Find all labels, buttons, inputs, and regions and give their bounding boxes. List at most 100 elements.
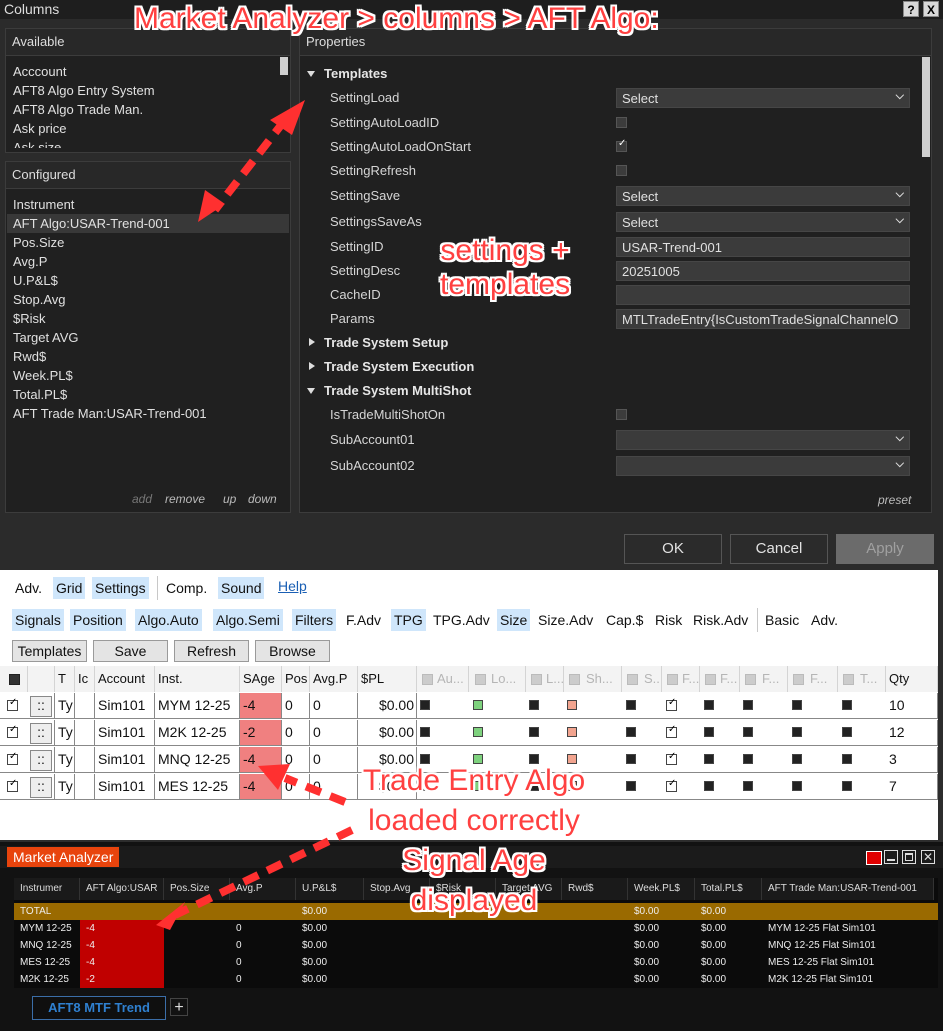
minimize-icon[interactable]	[884, 850, 898, 864]
configured-item[interactable]: Avg.P	[13, 254, 47, 269]
drag-handle[interactable]: ::	[28, 693, 55, 718]
up-link[interactable]: up	[223, 492, 236, 506]
subaccount02-select[interactable]: ⌵	[616, 456, 910, 476]
add-tab-button[interactable]: +	[170, 998, 188, 1016]
setting-auto-load-on-start-checkbox[interactable]	[616, 138, 627, 152]
status-indicator[interactable]	[743, 727, 753, 737]
trade-system-execution-category[interactable]: Trade System Execution	[324, 359, 474, 374]
help-link[interactable]: Help	[275, 575, 310, 597]
configured-item[interactable]: AFT Trade Man:USAR-Trend-001	[13, 406, 207, 421]
close-button[interactable]: X	[923, 1, 939, 17]
link-color-icon[interactable]	[866, 851, 882, 865]
status-indicator[interactable]	[666, 751, 677, 765]
setting-load-select[interactable]: Select ⌵	[616, 88, 910, 108]
drag-handle[interactable]: ::	[28, 720, 55, 745]
tab-comp[interactable]: Comp.	[163, 577, 210, 599]
tab-risk[interactable]: Risk	[652, 609, 685, 631]
templates-button[interactable]: Templates	[12, 640, 87, 662]
tab-size[interactable]: Size	[497, 609, 531, 631]
status-indicator[interactable]	[529, 700, 539, 710]
status-indicator[interactable]	[704, 727, 714, 737]
drag-handle[interactable]: ::	[28, 747, 55, 772]
collapsed-icon[interactable]	[309, 338, 315, 346]
status-indicator[interactable]	[626, 781, 636, 791]
configured-item-selected[interactable]: AFT Algo:USAR-Trend-001	[13, 216, 170, 231]
column-checkbox[interactable]	[569, 674, 580, 685]
status-indicator[interactable]	[666, 697, 677, 711]
status-indicator[interactable]	[792, 727, 802, 737]
tab-tpg[interactable]: TPG	[391, 609, 426, 631]
save-button[interactable]: Save	[93, 640, 168, 662]
ma-header[interactable]: Week.PL$	[628, 878, 695, 900]
configured-item[interactable]: Pos.Size	[13, 235, 64, 250]
status-indicator[interactable]	[842, 781, 852, 791]
tab-basic[interactable]: Basic	[762, 609, 802, 631]
status-indicator[interactable]	[567, 727, 577, 737]
status-indicator[interactable]	[626, 700, 636, 710]
collapsed-icon[interactable]	[309, 362, 315, 370]
header-avgp[interactable]: Avg.P	[310, 666, 358, 692]
status-indicator[interactable]	[743, 781, 753, 791]
status-indicator[interactable]	[473, 700, 483, 710]
configured-item[interactable]: Week.PL$	[13, 368, 73, 383]
status-indicator[interactable]	[420, 700, 430, 710]
ma-header[interactable]: Instrumer	[14, 878, 80, 900]
preset-link[interactable]: preset	[878, 493, 911, 507]
cache-id-field[interactable]	[616, 285, 910, 305]
header-pos[interactable]: Pos	[282, 666, 310, 692]
status-indicator[interactable]	[420, 727, 430, 737]
available-scrollbar[interactable]	[280, 57, 288, 75]
row-checkbox[interactable]	[7, 778, 18, 792]
is-trade-multishot-on-checkbox[interactable]	[616, 409, 627, 420]
status-indicator[interactable]	[704, 700, 714, 710]
tab-risk-adv[interactable]: Risk.Adv	[690, 609, 751, 631]
status-indicator[interactable]	[529, 727, 539, 737]
status-indicator[interactable]	[626, 754, 636, 764]
column-checkbox[interactable]	[705, 674, 716, 685]
status-indicator[interactable]	[792, 754, 802, 764]
configured-item[interactable]: Instrument	[13, 197, 74, 212]
close-icon[interactable]: ✕	[921, 850, 935, 864]
ma-title-tab[interactable]: Market Analyzer	[7, 847, 120, 867]
tab-tpg-adv[interactable]: TPG.Adv	[430, 609, 493, 631]
configured-item[interactable]: Rwd$	[13, 349, 46, 364]
maximize-icon[interactable]	[902, 850, 916, 864]
cancel-button[interactable]: Cancel	[730, 534, 828, 564]
ma-row[interactable]: -4 MYM 12-25 0 $0.00 $0.00 $0.00 MYM 12-25 Fla…	[14, 920, 938, 937]
ma-row[interactable]: -4 MNQ 12-25 0 $0.00 $0.00 $0.00 MNQ 12-25 Fla…	[14, 937, 938, 954]
settings-save-as-select[interactable]: Select ⌵	[616, 212, 910, 232]
header-ic[interactable]: Ic	[75, 666, 95, 692]
tab-cap[interactable]: Cap.$	[603, 609, 646, 631]
ma-header[interactable]: Avg.P	[230, 878, 296, 900]
row-checkbox[interactable]	[7, 724, 18, 738]
tab-aft8-mtf-trend[interactable]: AFT8 MTF Trend	[32, 996, 166, 1020]
ma-header[interactable]: AFT Algo:USAR	[80, 878, 164, 900]
setting-auto-load-id-checkbox[interactable]	[616, 117, 627, 128]
setting-id-field[interactable]: USAR-Trend-001	[616, 237, 910, 257]
column-checkbox[interactable]	[843, 674, 854, 685]
status-indicator[interactable]	[842, 754, 852, 764]
tab-algo-semi[interactable]: Algo.Semi	[213, 609, 283, 631]
tab-filters[interactable]: Filters	[292, 609, 337, 631]
setting-refresh-checkbox[interactable]	[616, 165, 627, 176]
tab-algo-auto[interactable]: Algo.Auto	[135, 609, 202, 631]
row-checkbox[interactable]	[7, 751, 18, 765]
header-select-all[interactable]	[0, 666, 28, 692]
ma-row[interactable]: -2 M2K 12-25 0 $0.00 $0.00 $0.00 M2K 12-25 Fla…	[14, 971, 938, 988]
trade-system-multishot-category[interactable]: Trade System MultiShot	[324, 383, 471, 398]
header-sage[interactable]: SAge	[240, 666, 282, 692]
help-button[interactable]: ?	[903, 1, 919, 17]
params-field[interactable]: MTLTradeEntry{IsCustomTradeSignalChannel…	[616, 309, 910, 329]
ma-header[interactable]: Total.PL$	[695, 878, 762, 900]
setting-desc-field[interactable]: 20251005	[616, 261, 910, 281]
status-indicator[interactable]	[473, 727, 483, 737]
available-item[interactable]: Acccount	[13, 64, 66, 79]
tab-adv-2[interactable]: Adv.	[808, 609, 841, 631]
header-t[interactable]: T	[55, 666, 75, 692]
expand-icon[interactable]	[307, 388, 315, 394]
tab-size-adv[interactable]: Size.Adv	[535, 609, 596, 631]
status-indicator[interactable]	[704, 781, 714, 791]
column-checkbox[interactable]	[422, 674, 433, 685]
status-indicator[interactable]	[842, 700, 852, 710]
ma-header[interactable]: AFT Trade Man:USAR-Trend-001	[762, 878, 934, 900]
